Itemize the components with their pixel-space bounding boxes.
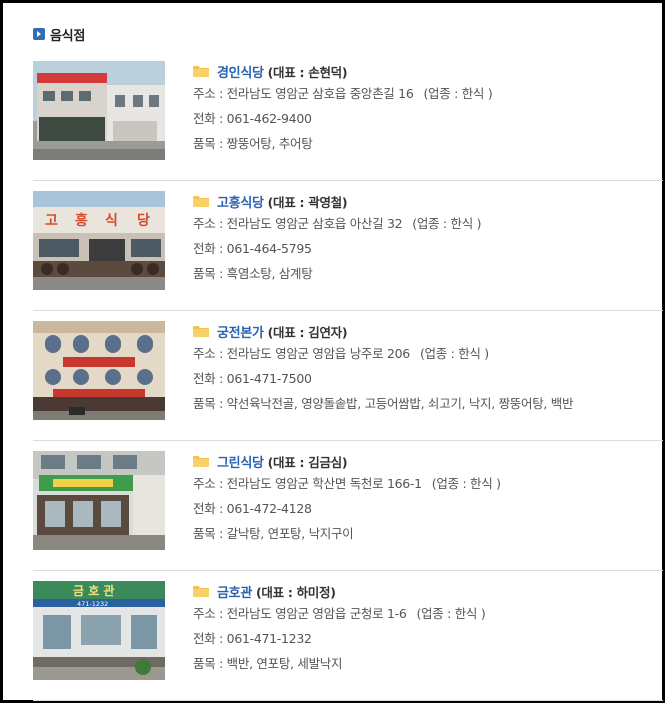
restaurant-name[interactable]: 금호관 [217, 582, 252, 601]
address-line: 주소 : 전라남도 영암군 삼호읍 중앙촌길 16 (업종 : 한식 ) [193, 86, 493, 101]
restaurant-entry: 궁전본가 (대표 : 김연자) 주소 : 전라남도 영암군 영암읍 낭주로 20… [33, 321, 663, 451]
menu-line: 품목 : 짱뚱어탕, 추어탕 [193, 136, 313, 151]
restaurant-info: 궁전본가 (대표 : 김연자) 주소 : 전라남도 영암군 영암읍 낭주로 20… [193, 321, 663, 416]
restaurant-entry: 고 흥 식 당 고흥식당 (대표 : 곽영철) 주소 : 전라남도 영암군 삼호… [33, 191, 663, 321]
folder-icon [193, 326, 209, 337]
phone-line: 전화 : 061-464-5795 [193, 241, 312, 256]
restaurant-name[interactable]: 궁전본가 [217, 322, 264, 341]
restaurant-photo[interactable] [33, 321, 165, 420]
phone-line: 전화 : 061-472-4128 [193, 501, 312, 516]
restaurant-title[interactable]: 경인식당 (대표 : 손현덕) [193, 61, 663, 81]
section-header: 음식점 [33, 25, 85, 44]
address-line: 주소 : 전라남도 영암군 영암읍 군청로 1-6 (업종 : 한식 ) [193, 606, 486, 621]
restaurant-rep: (대표 : 곽영철) [267, 194, 348, 210]
divider [33, 310, 663, 311]
restaurant-rep: (대표 : 김연자) [267, 324, 348, 340]
restaurant-info: 그린식당 (대표 : 김금심) 주소 : 전라남도 영암군 학산면 독천로 16… [193, 451, 663, 546]
menu-line: 품목 : 약선육낙전골, 영양돌솥밥, 고등어쌈밥, 쇠고기, 낙지, 짱뚱어탕… [193, 396, 574, 411]
restaurant-info: 고흥식당 (대표 : 곽영철) 주소 : 전라남도 영암군 삼호읍 아산길 32… [193, 191, 663, 286]
divider [33, 180, 663, 181]
arrow-icon [33, 28, 45, 40]
restaurant-name[interactable]: 고흥식당 [217, 192, 264, 211]
restaurant-title[interactable]: 그린식당 (대표 : 김금심) [193, 451, 663, 471]
restaurant-rep: (대표 : 김금심) [267, 454, 348, 470]
phone-line: 전화 : 061-471-7500 [193, 371, 312, 386]
restaurant-title[interactable]: 금호관 (대표 : 하미정) [193, 581, 663, 601]
menu-line: 품목 : 백반, 연포탕, 세발낙지 [193, 656, 343, 671]
section-title: 음식점 [50, 28, 85, 44]
restaurant-photo[interactable]: 금 호 관 471-1232 [33, 581, 165, 680]
sign-char: 당 [137, 212, 150, 229]
folder-icon [193, 196, 209, 207]
divider [33, 700, 663, 701]
restaurant-title[interactable]: 궁전본가 (대표 : 김연자) [193, 321, 663, 341]
menu-line: 품목 : 흑염소탕, 삼계탕 [193, 266, 313, 281]
restaurant-photo[interactable] [33, 451, 165, 550]
restaurant-entry: 금 호 관 471-1232 금호관 (대표 : 하미정) 주소 : 전라남도 … [33, 581, 663, 711]
address-line: 주소 : 전라남도 영암군 삼호읍 아산길 32 (업종 : 한식 ) [193, 216, 482, 231]
address-line: 주소 : 전라남도 영암군 학산면 독천로 166-1 (업종 : 한식 ) [193, 476, 501, 491]
restaurant-entry: 그린식당 (대표 : 김금심) 주소 : 전라남도 영암군 학산면 독천로 16… [33, 451, 663, 581]
restaurant-photo[interactable] [33, 61, 165, 160]
folder-icon [193, 66, 209, 77]
folder-icon [193, 586, 209, 597]
sign-char: 식 [105, 213, 118, 229]
restaurant-name[interactable]: 경인식당 [217, 62, 264, 81]
sign-phone: 471-1232 [77, 600, 108, 608]
menu-line: 품목 : 갈낙탕, 연포탕, 낙지구이 [193, 526, 354, 541]
restaurant-entry: 경인식당 (대표 : 손현덕) 주소 : 전라남도 영암군 삼호읍 중앙촌길 1… [33, 61, 663, 191]
divider [33, 440, 663, 441]
divider [33, 570, 663, 571]
sign-char: 고 [45, 213, 58, 229]
phone-line: 전화 : 061-471-1232 [193, 631, 312, 646]
sign-text: 금 호 관 [73, 583, 114, 598]
restaurant-photo[interactable]: 고 흥 식 당 [33, 191, 165, 290]
folder-icon [193, 456, 209, 467]
restaurant-rep: (대표 : 손현덕) [267, 64, 348, 80]
restaurant-title[interactable]: 고흥식당 (대표 : 곽영철) [193, 191, 663, 211]
address-line: 주소 : 전라남도 영암군 영암읍 낭주로 206 (업종 : 한식 ) [193, 346, 489, 361]
restaurant-rep: (대표 : 하미정) [255, 584, 336, 600]
sign-char: 흥 [75, 212, 88, 229]
restaurant-info: 경인식당 (대표 : 손현덕) 주소 : 전라남도 영암군 삼호읍 중앙촌길 1… [193, 61, 663, 156]
phone-line: 전화 : 061-462-9400 [193, 111, 312, 126]
restaurant-info: 금호관 (대표 : 하미정) 주소 : 전라남도 영암군 영암읍 군청로 1-6… [193, 581, 663, 676]
content-frame: 음식점 경인식당 (대표: 손현덕) 주소: 전라남도 영암군 삼호읍 중앙… [0, 0, 665, 703]
restaurant-name[interactable]: 그린식당 [217, 452, 264, 471]
